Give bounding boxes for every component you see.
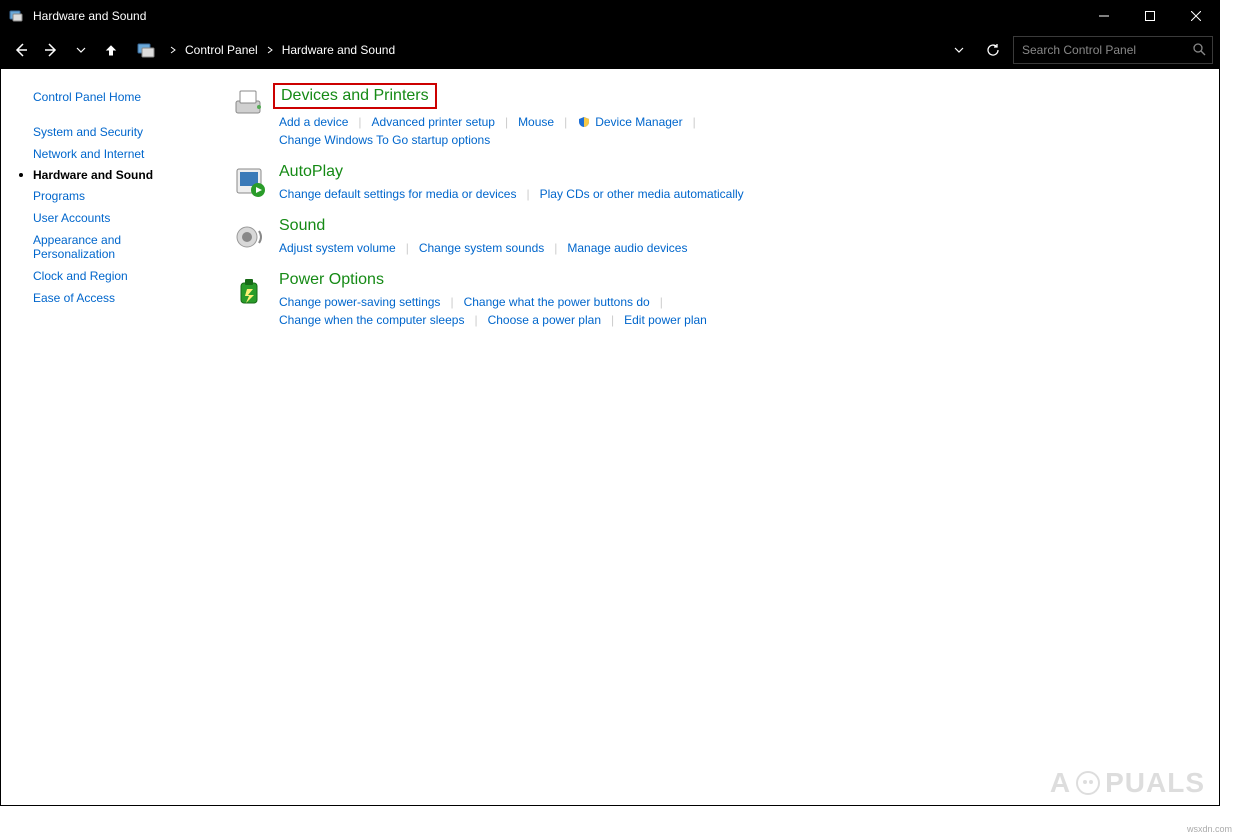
category-title-autoplay[interactable]: AutoPlay — [279, 163, 343, 181]
sidebar: Control Panel Home System and Security N… — [1, 69, 211, 805]
breadcrumb-current[interactable]: Hardware and Sound — [278, 43, 399, 57]
watermark: A PUALS — [1050, 767, 1205, 799]
source-label: wsxdn.com — [1187, 824, 1232, 834]
task-power-buttons[interactable]: Change what the power buttons do — [464, 293, 650, 311]
task-advanced-printer-setup[interactable]: Advanced printer setup — [372, 113, 495, 131]
task-autoplay-defaults[interactable]: Change default settings for media or dev… — [279, 185, 516, 203]
control-panel-icon — [9, 8, 25, 24]
chevron-right-icon — [262, 46, 278, 54]
sound-icon — [231, 217, 271, 257]
task-change-system-sounds[interactable]: Change system sounds — [419, 239, 544, 257]
task-edit-power-plan[interactable]: Edit power plan — [624, 311, 707, 329]
window-controls — [1081, 1, 1219, 31]
up-button[interactable] — [97, 36, 125, 64]
window-title: Hardware and Sound — [33, 9, 146, 23]
recent-locations-button[interactable] — [67, 36, 95, 64]
category-title-devices[interactable]: Devices and Printers — [273, 83, 437, 109]
titlebar-left: Hardware and Sound — [1, 8, 146, 24]
separator: | — [440, 295, 463, 309]
sidebar-home[interactable]: Control Panel Home — [25, 87, 201, 107]
separator: | — [464, 313, 487, 327]
category-sound: Sound Adjust system volume | Change syst… — [231, 217, 1199, 257]
sidebar-item-hardware-sound[interactable]: Hardware and Sound — [25, 165, 201, 185]
sidebar-item-network-internet[interactable]: Network and Internet — [25, 143, 201, 165]
app-window: Hardware and Sound — [0, 0, 1220, 806]
minimize-button[interactable] — [1081, 1, 1127, 31]
separator: | — [683, 115, 706, 129]
task-power-saving[interactable]: Change power-saving settings — [279, 293, 440, 311]
search-box[interactable] — [1013, 36, 1213, 64]
task-choose-power-plan[interactable]: Choose a power plan — [488, 311, 601, 329]
task-autoplay-cds[interactable]: Play CDs or other media automatically — [540, 185, 744, 203]
separator: | — [544, 241, 567, 255]
separator: | — [601, 313, 624, 327]
category-devices-printers: Devices and Printers Add a device | Adva… — [231, 83, 1199, 149]
titlebar: Hardware and Sound — [1, 1, 1219, 31]
autoplay-icon — [231, 163, 271, 203]
content-area: Control Panel Home System and Security N… — [1, 69, 1219, 805]
back-button[interactable] — [7, 36, 35, 64]
category-power: Power Options Change power-saving settin… — [231, 271, 1199, 329]
address-icon — [135, 38, 159, 62]
task-device-manager-label: Device Manager — [595, 115, 682, 129]
separator: | — [554, 115, 577, 129]
task-device-manager[interactable]: Device Manager — [577, 113, 682, 131]
task-windows-to-go[interactable]: Change Windows To Go startup options — [279, 131, 490, 149]
forward-button[interactable] — [37, 36, 65, 64]
maximize-button[interactable] — [1127, 1, 1173, 31]
search-input[interactable] — [1020, 42, 1192, 58]
sidebar-item-programs[interactable]: Programs — [25, 185, 201, 207]
search-icon[interactable] — [1192, 42, 1206, 59]
category-autoplay: AutoPlay Change default settings for med… — [231, 163, 1199, 203]
separator: | — [396, 241, 419, 255]
sidebar-item-system-security[interactable]: System and Security — [25, 121, 201, 143]
power-options-icon — [231, 271, 271, 311]
breadcrumb[interactable]: Control Panel Hardware and Sound — [165, 36, 943, 64]
main-panel: Devices and Printers Add a device | Adva… — [211, 69, 1219, 805]
task-mouse[interactable]: Mouse — [518, 113, 554, 131]
task-manage-audio[interactable]: Manage audio devices — [567, 239, 687, 257]
sidebar-item-user-accounts[interactable]: User Accounts — [25, 207, 201, 229]
watermark-left: A — [1050, 767, 1071, 799]
navbar: Control Panel Hardware and Sound — [1, 31, 1219, 69]
shield-icon — [577, 115, 591, 129]
separator: | — [650, 295, 673, 309]
category-title-sound[interactable]: Sound — [279, 217, 325, 235]
watermark-mascot-icon — [1073, 768, 1103, 798]
devices-printers-icon — [231, 83, 271, 123]
close-button[interactable] — [1173, 1, 1219, 31]
address-right — [945, 36, 1213, 64]
task-adjust-volume[interactable]: Adjust system volume — [279, 239, 396, 257]
separator: | — [495, 115, 518, 129]
sidebar-item-appearance[interactable]: Appearance and Personalization — [25, 229, 165, 265]
sidebar-item-ease-access[interactable]: Ease of Access — [25, 287, 201, 309]
task-add-device[interactable]: Add a device — [279, 113, 348, 131]
watermark-right: PUALS — [1105, 767, 1205, 799]
sidebar-item-clock-region[interactable]: Clock and Region — [25, 265, 201, 287]
task-computer-sleeps[interactable]: Change when the computer sleeps — [279, 311, 464, 329]
breadcrumb-root[interactable]: Control Panel — [181, 43, 262, 57]
address-dropdown-button[interactable] — [945, 36, 973, 64]
chevron-right-icon — [165, 46, 181, 54]
category-title-power[interactable]: Power Options — [279, 271, 384, 289]
refresh-button[interactable] — [979, 36, 1007, 64]
separator: | — [348, 115, 371, 129]
separator: | — [516, 187, 539, 201]
